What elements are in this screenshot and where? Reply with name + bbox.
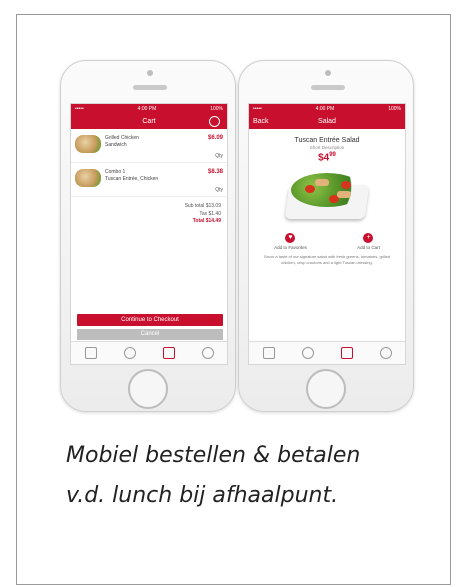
camera-icon xyxy=(325,70,331,76)
subtotal-text: Sub total $13.09 xyxy=(184,203,221,209)
product-subtitle: Short Description xyxy=(309,145,345,150)
time-text: 4:00 PM xyxy=(315,105,335,112)
tax-text: Tax $1.40 xyxy=(199,210,221,217)
item-detail: Tuscan Entrée, Chicken xyxy=(105,176,159,182)
plus-icon: + xyxy=(363,233,374,244)
total-text: Total $14.49 xyxy=(192,218,221,224)
tab-bar xyxy=(249,341,405,364)
cart-icon[interactable] xyxy=(209,116,220,127)
nav-title: Cart xyxy=(142,117,156,125)
app-screenshot-photo: ••••• 4:00 PM 100% Cart Grilled Chicken … xyxy=(60,60,414,412)
camera-icon xyxy=(147,70,153,76)
speaker-icon xyxy=(311,85,345,90)
heart-icon: ♥ xyxy=(285,233,296,244)
caption-line-1: Mobiel bestellen & betalen xyxy=(66,443,361,468)
home-button xyxy=(306,369,346,409)
nav-bar: Cart xyxy=(71,113,227,129)
nav-bar: Back Salad xyxy=(249,113,405,129)
tab-cart-icon[interactable] xyxy=(340,347,353,359)
product-description: Savor a taste of our signature salad wit… xyxy=(263,254,391,265)
tab-home-icon[interactable] xyxy=(262,347,275,359)
salad-screen: ••••• 4:00 PM 100% Back Salad Tuscan Ent… xyxy=(248,103,406,365)
carrier-text: ••••• xyxy=(253,105,262,112)
cart-totals: Sub total $13.09 Tax $1.40 Total $14.49 xyxy=(71,197,227,232)
battery-text: 100% xyxy=(210,105,223,112)
food-thumbnail xyxy=(75,169,101,187)
tab-settings-icon[interactable] xyxy=(379,347,392,359)
qty-stepper[interactable]: Qty xyxy=(215,153,223,159)
item-name: Grilled Chicken xyxy=(105,135,139,141)
back-button[interactable]: Back xyxy=(253,118,269,125)
add-to-cart-button[interactable]: + Add to Cart xyxy=(357,233,380,250)
chicken xyxy=(315,179,329,187)
price-cents: 99 xyxy=(329,152,336,158)
speaker-icon xyxy=(133,85,167,90)
nav-title: Salad xyxy=(318,117,336,125)
tab-settings-icon[interactable] xyxy=(201,347,214,359)
item-price: $6.09 xyxy=(207,135,223,141)
item-name: Combo 1 xyxy=(105,169,126,175)
cart-item[interactable]: Combo 1 Tuscan Entrée, Chicken $8.38 Qty xyxy=(71,163,227,197)
tab-bar xyxy=(71,341,227,364)
add-to-favorites-button[interactable]: ♥ Add to Favorites xyxy=(274,233,307,250)
product-actions: ♥ Add to Favorites + Add to Cart xyxy=(249,233,405,250)
item-detail: Sandwich xyxy=(105,142,127,148)
chicken xyxy=(337,191,351,199)
food-thumbnail xyxy=(75,135,101,153)
home-button xyxy=(128,369,168,409)
product-title: Tuscan Entrée Salad xyxy=(294,137,360,144)
caption-line-2: v.d. lunch bij afhaalpunt. xyxy=(66,483,339,508)
add-to-cart-label: Add to Cart xyxy=(357,245,380,251)
time-text: 4:00 PM xyxy=(137,105,157,112)
status-bar: ••••• 4:00 PM 100% xyxy=(249,104,405,113)
add-to-favorites-label: Add to Favorites xyxy=(274,245,307,251)
carrier-text: ••••• xyxy=(75,105,84,112)
price-dollars: $4 xyxy=(318,152,330,164)
tab-favorites-icon[interactable] xyxy=(123,347,136,359)
cart-item[interactable]: Grilled Chicken Sandwich $6.09 Qty xyxy=(71,129,227,163)
item-price: $8.38 xyxy=(207,169,223,175)
battery-text: 100% xyxy=(388,105,401,112)
cart-screen: ••••• 4:00 PM 100% Cart Grilled Chicken … xyxy=(70,103,228,365)
qty-stepper[interactable]: Qty xyxy=(215,187,223,193)
salad-image xyxy=(279,167,375,227)
cancel-button[interactable]: Cancel xyxy=(77,329,223,340)
status-bar: ••••• 4:00 PM 100% xyxy=(71,104,227,113)
tab-home-icon[interactable] xyxy=(84,347,97,359)
tab-cart-icon[interactable] xyxy=(162,347,175,359)
product-price: $499 xyxy=(249,152,405,163)
checkout-button[interactable]: Continue to Checkout xyxy=(77,314,223,326)
phone-cart: ••••• 4:00 PM 100% Cart Grilled Chicken … xyxy=(60,60,236,412)
tab-favorites-icon[interactable] xyxy=(301,347,314,359)
phone-salad: ••••• 4:00 PM 100% Back Salad Tuscan Ent… xyxy=(238,60,414,412)
